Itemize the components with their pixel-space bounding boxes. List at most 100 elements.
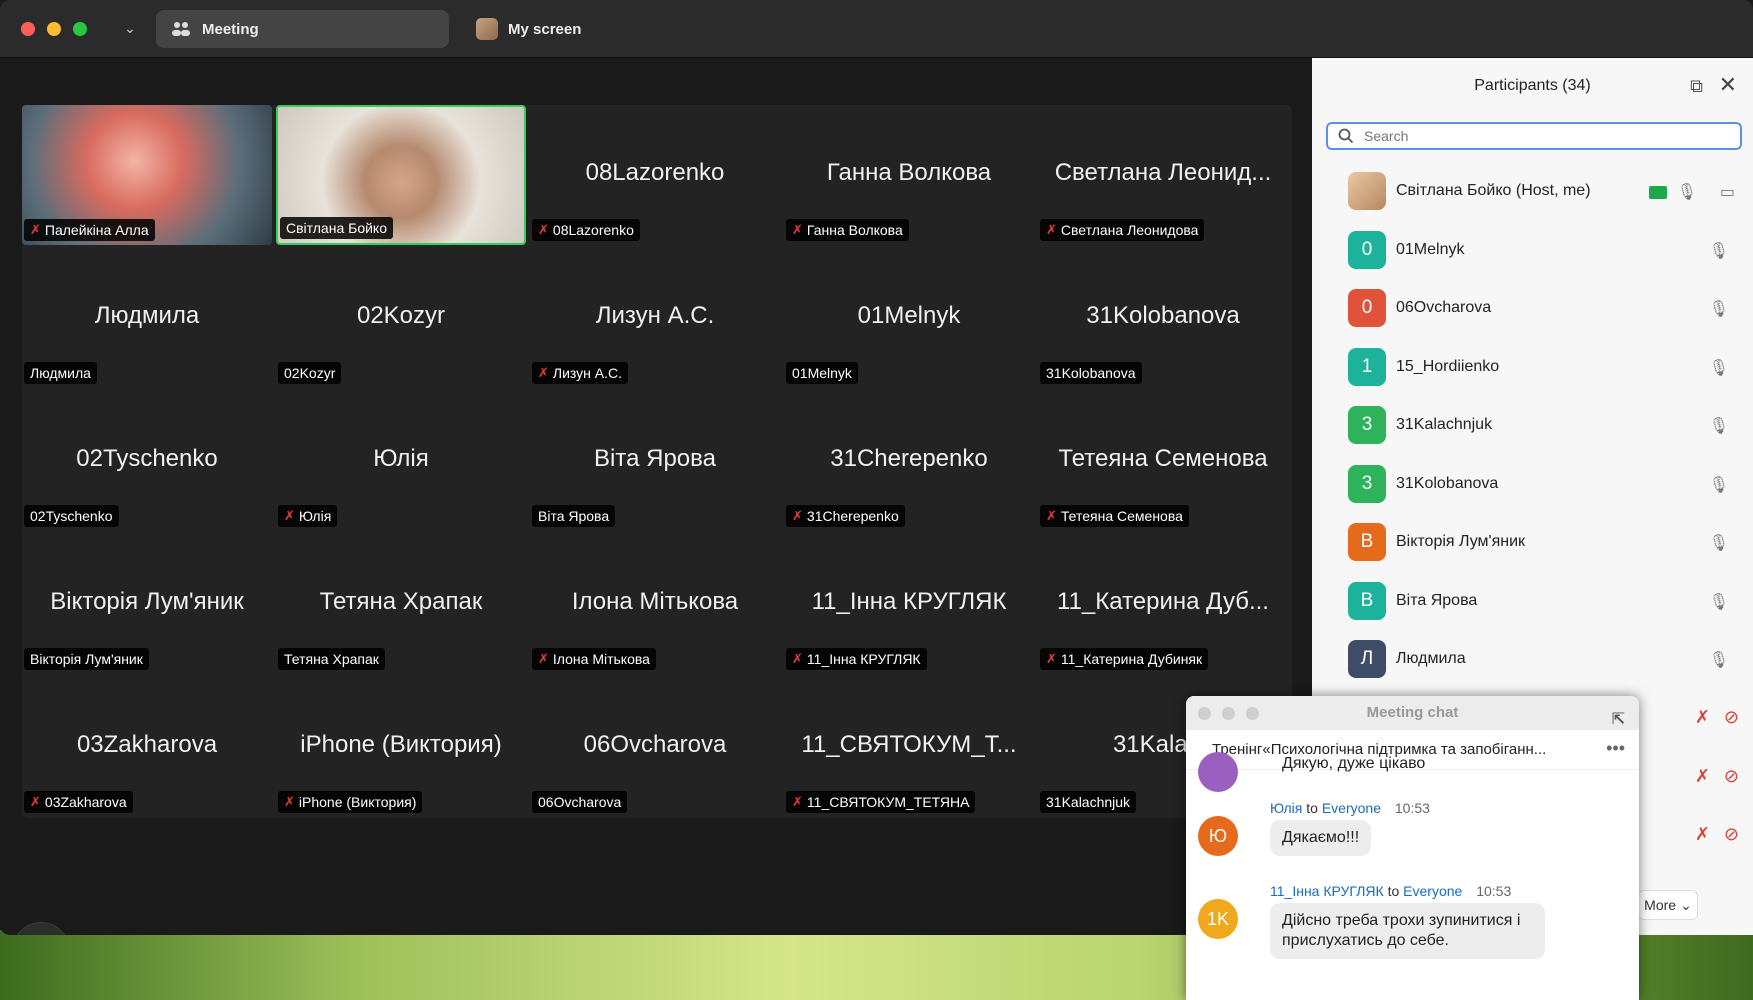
microphone-icon[interactable]: 🎙 xyxy=(1709,533,1729,553)
chat-to: to xyxy=(1306,800,1318,816)
participant-status-icons: ✗ ⊘ xyxy=(1695,766,1739,787)
participant-tile[interactable]: Юлія ✗ Юлія xyxy=(276,391,526,531)
participant-tile[interactable]: 03Zakharova ✗ 03Zakharova xyxy=(22,677,272,817)
participant-row[interactable]: 3 31Kalachnjuk 🎙 xyxy=(1312,396,1753,455)
participant-tile[interactable]: 31Kolobanova 31Kolobanova xyxy=(1038,248,1288,388)
participant-tile[interactable]: Ганна Волкова ✗ Ганна Волкова xyxy=(784,105,1034,245)
participant-tile[interactable]: Светлана Леонид... ✗ Светлана Леонидова xyxy=(1038,105,1288,245)
microphone-icon[interactable]: 🎙 xyxy=(1677,182,1697,202)
microphone-icon[interactable]: 🎙 xyxy=(1709,358,1729,378)
participant-name: 31Kolobanova xyxy=(1396,474,1499,492)
close-icon[interactable]: ✕ xyxy=(1719,72,1737,98)
chat-time: 10:53 xyxy=(1394,800,1430,816)
participant-display-name: Вікторія Лум'яник xyxy=(50,588,244,615)
camera-off-icon[interactable]: ⊘ xyxy=(1724,824,1739,845)
participant-label-text: Ганна Волкова xyxy=(806,222,903,238)
camera-icon[interactable]: ▭ xyxy=(1720,182,1735,202)
avatar: 1 xyxy=(1348,347,1386,386)
participant-tile[interactable]: Лизун А.С. ✗ Лизун А.С. xyxy=(530,248,780,388)
microphone-icon[interactable]: 🎙 xyxy=(1709,592,1729,612)
mic-muted-icon: ✗ xyxy=(284,794,295,809)
participant-tile[interactable]: Ілона Мітькова ✗ Ілона Мітькова xyxy=(530,534,780,674)
mic-muted-icon[interactable]: ✗ xyxy=(1695,766,1710,787)
participant-tile[interactable]: 31Cherepenko ✗ 31Cherepenko xyxy=(784,391,1034,531)
participant-tile[interactable]: Тетеяна Семенова ✗ Тетеяна Семенова xyxy=(1038,391,1288,531)
mic-muted-icon: ✗ xyxy=(792,508,803,523)
chat-target[interactable]: Everyone xyxy=(1322,800,1381,816)
search-field[interactable] xyxy=(1326,122,1742,150)
participant-tile[interactable]: iPhone (Виктория) ✗ iPhone (Виктория) xyxy=(276,677,526,817)
participant-row[interactable]: Світлана Бойко (Host, me) 🎙 ▭ xyxy=(1312,162,1753,221)
mic-muted-icon[interactable]: ✗ xyxy=(1695,707,1710,728)
participant-name-label: Світлана Бойко xyxy=(280,217,393,239)
participant-name-label: ✗ Ганна Волкова xyxy=(786,219,909,241)
microphone-icon[interactable]: 🎙 xyxy=(1709,475,1729,495)
participant-tile[interactable]: Вікторія Лум'яник Вікторія Лум'яник xyxy=(22,534,272,674)
participant-tile[interactable]: 11_СВЯТОКУМ_Т... ✗ 11_СВЯТОКУМ_ТЕТЯНА xyxy=(784,677,1034,817)
chat-close-button[interactable] xyxy=(1198,707,1211,720)
camera-off-icon[interactable]: ⊘ xyxy=(1724,707,1739,728)
microphone-icon[interactable]: 🎙 xyxy=(1709,416,1729,436)
minimize-window-button[interactable] xyxy=(47,22,61,36)
participant-row[interactable]: В Вікторія Лум'яник 🎙 xyxy=(1312,513,1753,572)
participant-display-name: 06Ovcharova xyxy=(583,731,727,758)
participant-tile[interactable]: 02Kozyr 02Kozyr xyxy=(276,248,526,388)
search-input[interactable] xyxy=(1364,128,1724,144)
participant-tile[interactable]: 01Melnyk 01Melnyk xyxy=(784,248,1034,388)
participant-tile[interactable]: 08Lazorenko ✗ 08Lazorenko xyxy=(530,105,780,245)
participant-row[interactable]: 3 31Kolobanova 🎙 xyxy=(1312,455,1753,514)
participant-tile[interactable]: 02Tyschenko 02Tyschenko xyxy=(22,391,272,531)
chat-target[interactable]: Everyone xyxy=(1403,883,1462,899)
participant-display-name: 11_СВЯТОКУМ_Т... xyxy=(801,731,1017,758)
participant-row[interactable]: В Віта Ярова 🎙 xyxy=(1312,572,1753,631)
chat-message-text: Дякую, дуже цікаво xyxy=(1282,755,1426,772)
participant-tile[interactable]: Світлана Бойко xyxy=(276,105,526,245)
maximize-window-button[interactable] xyxy=(73,22,87,36)
participant-tile[interactable]: 11_Катерина Дуб... ✗ 11_Катерина Дубиняк xyxy=(1038,534,1288,674)
chat-to: to xyxy=(1387,883,1400,899)
participant-row[interactable]: 0 01Melnyk 🎙 xyxy=(1312,221,1753,280)
participant-name-label: ✗ Светлана Леонидова xyxy=(1040,219,1205,241)
avatar: 0 xyxy=(1348,230,1386,269)
participant-tile[interactable]: Тетяна Храпак Тетяна Храпак xyxy=(276,534,526,674)
participant-tile[interactable]: Людмила Людмила xyxy=(22,248,272,388)
tab-my-screen[interactable]: My screen xyxy=(462,10,662,48)
participant-display-name: 11_Інна КРУГЛЯК xyxy=(811,588,1007,615)
more-button[interactable]: More ⌄ xyxy=(1638,890,1698,920)
microphone-icon[interactable]: 🎙 xyxy=(1709,241,1729,261)
chat-minimize-button[interactable] xyxy=(1222,707,1235,720)
camera-off-icon[interactable]: ⊘ xyxy=(1724,766,1739,787)
more-options-icon[interactable]: ••• xyxy=(1606,738,1625,759)
participant-tile[interactable]: 11_Інна КРУГЛЯК ✗ 11_Інна КРУГЛЯК xyxy=(784,534,1034,674)
participant-display-name: 02Kozyr xyxy=(356,302,446,329)
mic-muted-icon: ✗ xyxy=(538,651,549,666)
participant-row[interactable]: Л Людмила 🎙 xyxy=(1312,630,1753,689)
participant-label-text: 11_Інна КРУГЛЯК xyxy=(806,651,921,667)
popout-icon[interactable]: ⧉ xyxy=(1690,76,1703,97)
participant-display-name: 31Cherepenko xyxy=(830,445,988,472)
microphone-icon[interactable]: 🎙 xyxy=(1709,299,1729,319)
chat-title: Meeting chat xyxy=(1366,704,1459,721)
participant-tile[interactable]: 06Ovcharova 06Ovcharova xyxy=(530,677,780,817)
participant-display-name: Віта Ярова xyxy=(594,445,716,472)
participant-row[interactable]: 1 15_Hordiienko 🎙 xyxy=(1312,338,1753,397)
microphone-icon[interactable]: 🎙 xyxy=(1709,650,1729,670)
tab-meeting[interactable]: Meeting xyxy=(156,10,449,48)
participant-name-label: ✗ Ілона Мітькова xyxy=(532,648,656,670)
participant-tile[interactable]: ✗ Палейкіна Алла xyxy=(22,105,272,245)
edit-pencil-button[interactable] xyxy=(12,922,70,935)
mic-muted-icon[interactable]: ✗ xyxy=(1695,824,1710,845)
participant-label-text: iPhone (Виктория) xyxy=(298,794,417,810)
tab-meeting-label: Meeting xyxy=(202,20,259,38)
avatar: Л xyxy=(1348,640,1386,679)
close-window-button[interactable] xyxy=(21,22,35,36)
participant-tile[interactable]: Віта Ярова Віта Ярова xyxy=(530,391,780,531)
mic-muted-icon: ✗ xyxy=(792,222,803,237)
participant-display-name: Тетеяна Семенова xyxy=(1058,445,1268,472)
participant-row[interactable]: 0 06Ovcharova 🎙 xyxy=(1312,279,1753,338)
chat-sender[interactable]: 11_Інна КРУГЛЯК xyxy=(1270,883,1384,899)
chat-zoom-button[interactable] xyxy=(1246,707,1259,720)
chevron-down-icon[interactable]: ⌄ xyxy=(120,18,140,38)
tab-my-screen-label: My screen xyxy=(508,20,582,38)
chat-sender[interactable]: Юлія xyxy=(1270,800,1302,816)
